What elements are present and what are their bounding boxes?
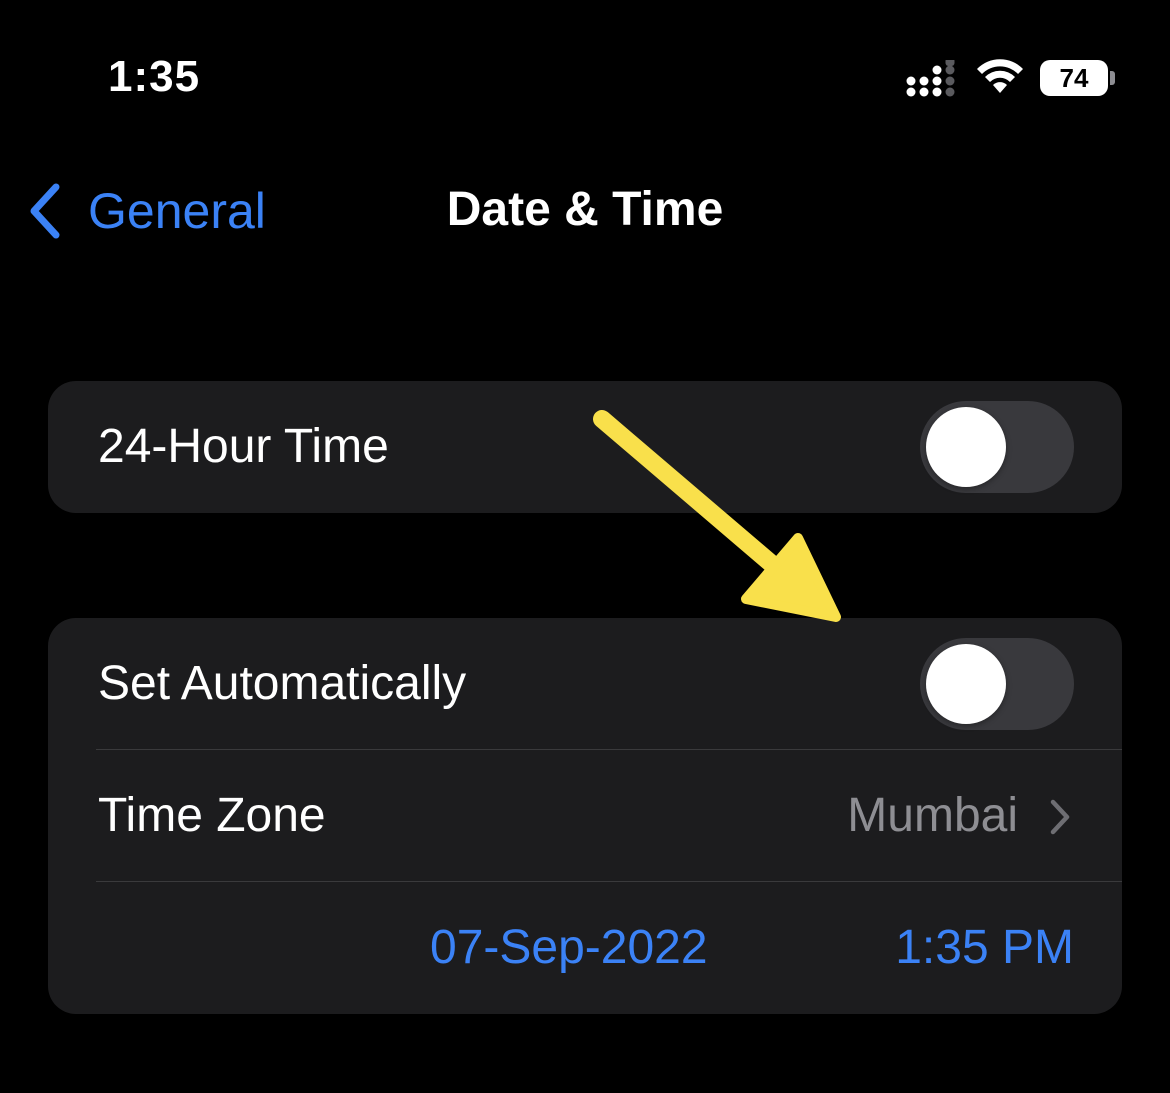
set-automatically-label: Set Automatically xyxy=(98,657,467,710)
time-picker-button[interactable]: 1:35 PM xyxy=(895,882,1074,1014)
page-title: Date & Time xyxy=(446,183,724,236)
hour24-toggle[interactable] xyxy=(920,401,1074,493)
wifi-icon xyxy=(977,59,1023,93)
battery-cap xyxy=(1110,71,1115,85)
status-bar-time: 1:35 xyxy=(108,52,201,101)
hour24-row: 24-Hour Time xyxy=(48,381,1122,513)
time-zone-label: Time Zone xyxy=(98,789,326,842)
chevron-right-icon xyxy=(1050,799,1070,835)
time-zone-row[interactable]: Time Zone Mumbai xyxy=(48,750,1122,882)
battery-icon: 74 xyxy=(1040,60,1108,96)
settings-group-hour-format: 24-Hour Time xyxy=(48,381,1122,513)
date-picker-button[interactable]: 07-Sep-2022 xyxy=(430,882,708,1014)
cellular-signal-icon xyxy=(906,60,955,97)
settings-group-date-time: Set Automatically Time Zone Mumbai 07-Se… xyxy=(48,618,1122,1014)
time-zone-value: Mumbai xyxy=(847,789,1018,842)
set-automatically-row: Set Automatically xyxy=(48,618,1122,750)
set-automatically-toggle[interactable] xyxy=(920,638,1074,730)
toggle-knob xyxy=(926,407,1006,487)
hour24-label: 24-Hour Time xyxy=(98,420,389,473)
date-time-row: 07-Sep-2022 1:35 PM xyxy=(48,882,1122,1014)
toggle-knob xyxy=(926,644,1006,724)
